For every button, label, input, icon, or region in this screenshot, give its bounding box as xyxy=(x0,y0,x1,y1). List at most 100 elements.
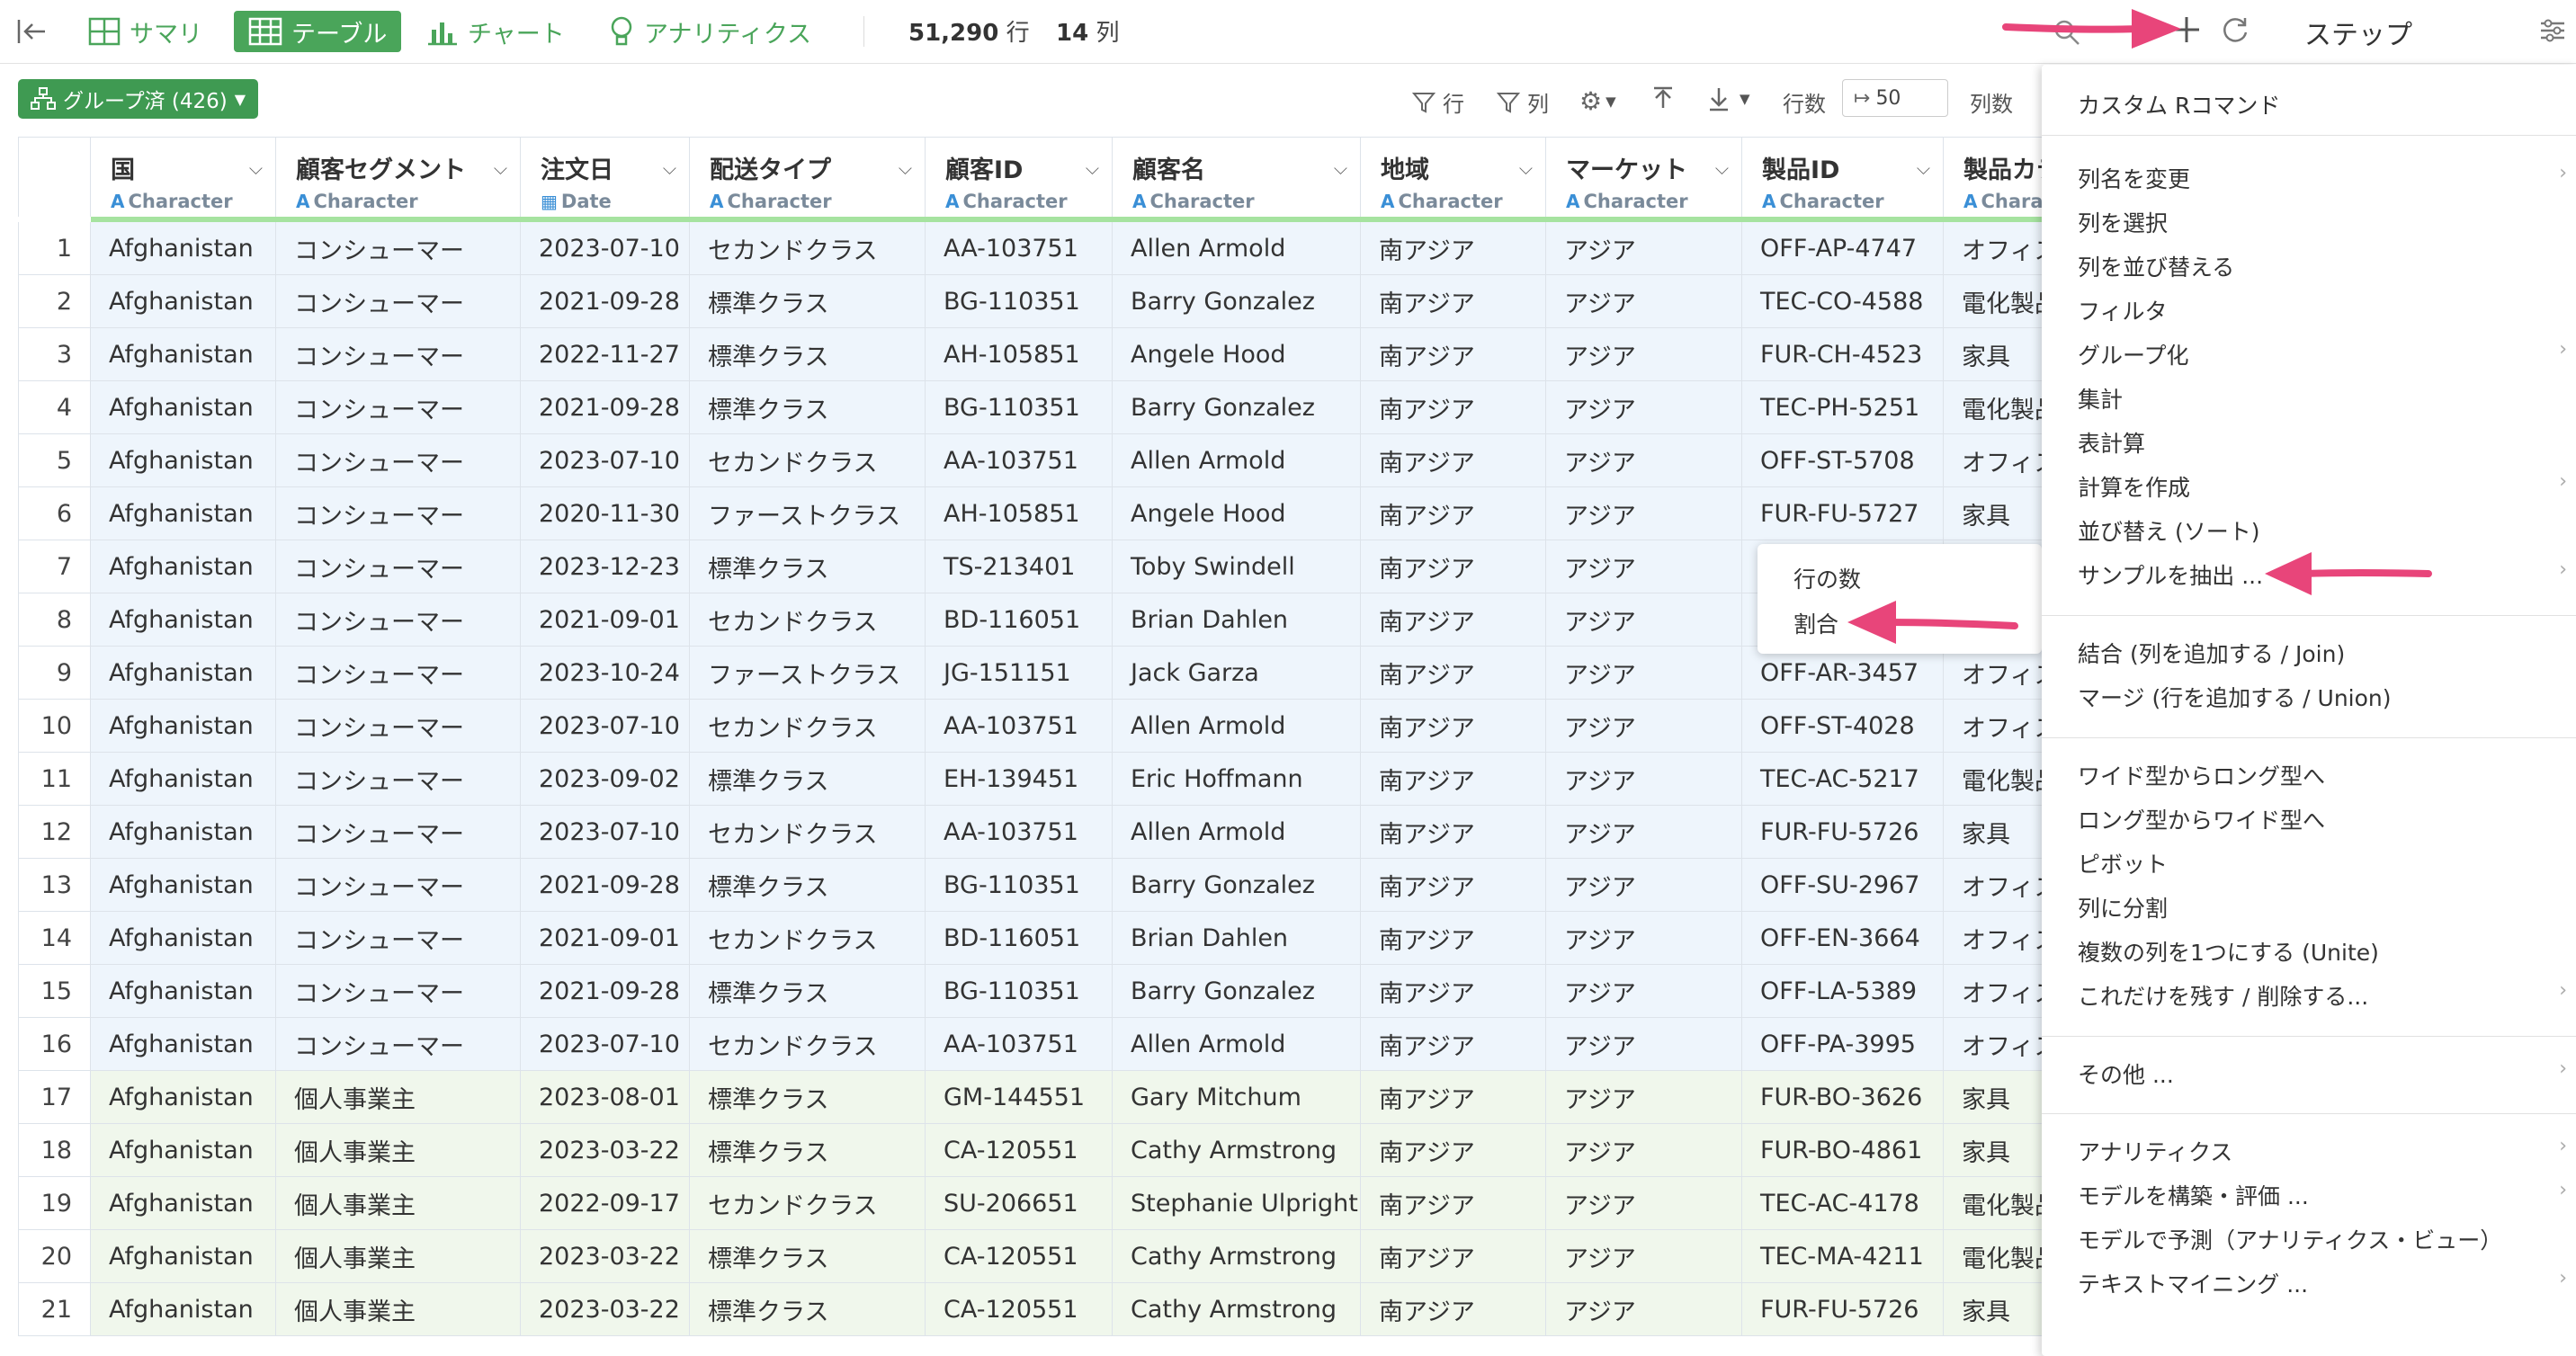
menu-item-unite[interactable]: 複数の列を1つにする (Unite) xyxy=(2078,935,2379,968)
column-header[interactable]: 地域 ⌵ A Character xyxy=(1360,137,1546,222)
table-cell: アジア xyxy=(1545,646,1742,700)
menu-item-keep-remove[interactable]: これだけを残す / 削除する... xyxy=(2078,979,2368,1012)
menu-item-sample[interactable]: サンプルを抽出 ... xyxy=(2078,558,2263,591)
row-number: 9 xyxy=(18,646,91,700)
menu-item-create-calc[interactable]: 計算を作成 xyxy=(2078,470,2190,503)
table-cell: OFF-EN-3664 xyxy=(1741,911,1944,965)
menu-item-long-to-wide[interactable]: ロング型からワイド型へ xyxy=(2078,803,2325,835)
table-cell: Afghanistan xyxy=(90,1176,276,1230)
chevron-right-icon: › xyxy=(2559,1179,2567,1201)
row-filter-button[interactable]: 行 xyxy=(1412,86,1464,118)
menu-item-build-model[interactable]: モデルを構築・評価 ... xyxy=(2078,1179,2309,1211)
column-header[interactable]: 顧客セグメント ⌵ A Character xyxy=(275,137,521,222)
menu-item-split[interactable]: 列に分割 xyxy=(2078,891,2168,923)
menu-item-custom-r[interactable]: カスタム Rコマンド xyxy=(2078,88,2280,120)
settings-sliders-icon[interactable] xyxy=(2538,16,2567,45)
menu-item-text-mining[interactable]: テキストマイニング ... xyxy=(2078,1267,2308,1299)
annotation-arrow-icon xyxy=(2002,9,2181,49)
row-number: 17 xyxy=(18,1070,91,1124)
column-header[interactable]: 配送タイプ ⌵ A Character xyxy=(689,137,926,222)
table-cell: FUR-FU-5726 xyxy=(1741,1282,1944,1336)
column-header[interactable]: マーケット ⌵ A Character xyxy=(1545,137,1742,222)
table-cell: セカンドクラス xyxy=(689,1017,926,1071)
tab-analytics[interactable]: アナリティクス xyxy=(608,11,811,52)
table-cell: Cathy Armstrong xyxy=(1112,1282,1361,1336)
upload-button[interactable] xyxy=(1651,86,1682,112)
table-cell: BD-116051 xyxy=(925,593,1113,647)
table-cell: アジア xyxy=(1545,805,1742,859)
tab-chart[interactable]: チャート xyxy=(426,11,565,52)
download-button[interactable]: ▼ xyxy=(1707,86,1750,112)
table-cell: Afghanistan xyxy=(90,1123,276,1177)
table-cell: GM-144551 xyxy=(925,1070,1113,1124)
character-type-icon: A xyxy=(710,191,724,212)
table-cell: 南アジア xyxy=(1360,752,1546,806)
menu-item-join[interactable]: 結合 (列を追加する / Join) xyxy=(2078,637,2345,669)
table-cell: 南アジア xyxy=(1360,380,1546,434)
menu-item-pivot[interactable]: ピボット xyxy=(2078,847,2168,879)
chevron-down-icon[interactable]: ⌵ xyxy=(1917,157,1930,179)
table-cell: 2023-07-10 xyxy=(520,699,690,753)
rows-input[interactable]: ↦ 50 xyxy=(1842,79,1948,117)
table-cell: EH-139451 xyxy=(925,752,1113,806)
table-cell: 個人事業主 xyxy=(275,1123,521,1177)
table-cell: Allen Armold xyxy=(1112,219,1361,275)
chevron-down-icon[interactable]: ⌵ xyxy=(1519,157,1533,179)
column-header[interactable]: 顧客名 ⌵ A Character xyxy=(1112,137,1361,222)
column-header[interactable]: 製品ID ⌵ A Character xyxy=(1741,137,1944,222)
column-name: 地域 xyxy=(1381,156,1429,184)
column-filter-button[interactable]: 列 xyxy=(1497,86,1549,118)
chevron-down-icon[interactable]: ⌵ xyxy=(1334,157,1347,179)
tab-table[interactable]: テーブル xyxy=(234,11,402,52)
chevron-down-icon[interactable]: ⌵ xyxy=(494,157,507,179)
menu-item-select[interactable]: 列を選択 xyxy=(2078,206,2168,238)
menu-item-summarize[interactable]: 集計 xyxy=(2078,382,2123,415)
table-cell: Jack Garza xyxy=(1112,646,1361,700)
group-dropdown-button[interactable]: グループ済 (426) ▼ xyxy=(18,79,259,119)
menu-item-other[interactable]: その他 ... xyxy=(2078,1057,2174,1090)
table-cell: ファーストクラス xyxy=(689,486,926,540)
steps-title: ステップ xyxy=(2304,20,2412,51)
chevron-right-icon: › xyxy=(2559,470,2567,493)
menu-divider xyxy=(2042,1036,2576,1037)
table-cell: OFF-AP-4747 xyxy=(1741,219,1944,275)
column-header[interactable]: 国 ⌵ A Character xyxy=(90,137,276,222)
table-row: 9 Afghanistan コンシューマー 2023-10-24 ファーストクラス JG-… xyxy=(18,646,2089,700)
column-type: Character xyxy=(727,191,832,212)
table-cell: FUR-FU-5726 xyxy=(1741,805,1944,859)
tab-summary[interactable]: サマリ xyxy=(88,11,202,52)
menu-item-predict[interactable]: モデルで予測（アナリティクス・ビュー） xyxy=(2078,1223,2502,1255)
menu-item-union[interactable]: マージ (行を追加する / Union) xyxy=(2078,681,2392,713)
table-cell: 南アジア xyxy=(1360,327,1546,381)
table-cell: 南アジア xyxy=(1360,699,1546,753)
refresh-icon[interactable] xyxy=(2220,14,2250,45)
menu-item-group[interactable]: グループ化 xyxy=(2078,338,2189,370)
table-cell: 2022-11-27 xyxy=(520,327,690,381)
submenu-ratio[interactable]: 割合 xyxy=(1793,607,1838,639)
menu-item-filter[interactable]: フィルタ xyxy=(2078,294,2168,326)
menu-item-rename[interactable]: 列名を変更 xyxy=(2078,162,2190,194)
chevron-down-icon[interactable]: ⌵ xyxy=(1086,157,1099,179)
chevron-down-icon[interactable]: ⌵ xyxy=(663,157,676,179)
menu-item-table-calc[interactable]: 表計算 xyxy=(2078,426,2145,459)
column-type: Chara xyxy=(1981,191,2044,212)
bar-chart-icon xyxy=(428,22,457,46)
table-cell: コンシューマー xyxy=(275,274,521,328)
menu-item-analytics[interactable]: アナリティクス xyxy=(2078,1135,2232,1167)
chevron-down-icon: ▼ xyxy=(1740,91,1750,107)
column-header[interactable]: 注文日 ⌵ ▦ Date xyxy=(520,137,690,222)
column-header[interactable]: 顧客ID ⌵ A Character xyxy=(925,137,1113,222)
upload-icon xyxy=(1654,86,1672,108)
chevron-down-icon[interactable]: ⌵ xyxy=(1715,157,1729,179)
chevron-down-icon[interactable]: ⌵ xyxy=(899,157,912,179)
collapse-sidebar-icon[interactable] xyxy=(16,16,49,47)
menu-item-reorder[interactable]: 列を並び替える xyxy=(2078,250,2234,282)
submenu-row-count[interactable]: 行の数 xyxy=(1793,562,1861,594)
table-row: 10 Afghanistan コンシューマー 2023-07-10 セカンドクラス AA-… xyxy=(18,699,2089,753)
menu-item-wide-to-long[interactable]: ワイド型からロング型へ xyxy=(2078,759,2325,791)
gear-dropdown-button[interactable]: ⚙ ▼ xyxy=(1579,86,1616,116)
table-cell: Afghanistan xyxy=(90,646,276,700)
chevron-down-icon[interactable]: ⌵ xyxy=(249,157,263,179)
table-cell: アジア xyxy=(1545,1229,1742,1283)
menu-item-sort[interactable]: 並び替え (ソート) xyxy=(2078,514,2259,547)
